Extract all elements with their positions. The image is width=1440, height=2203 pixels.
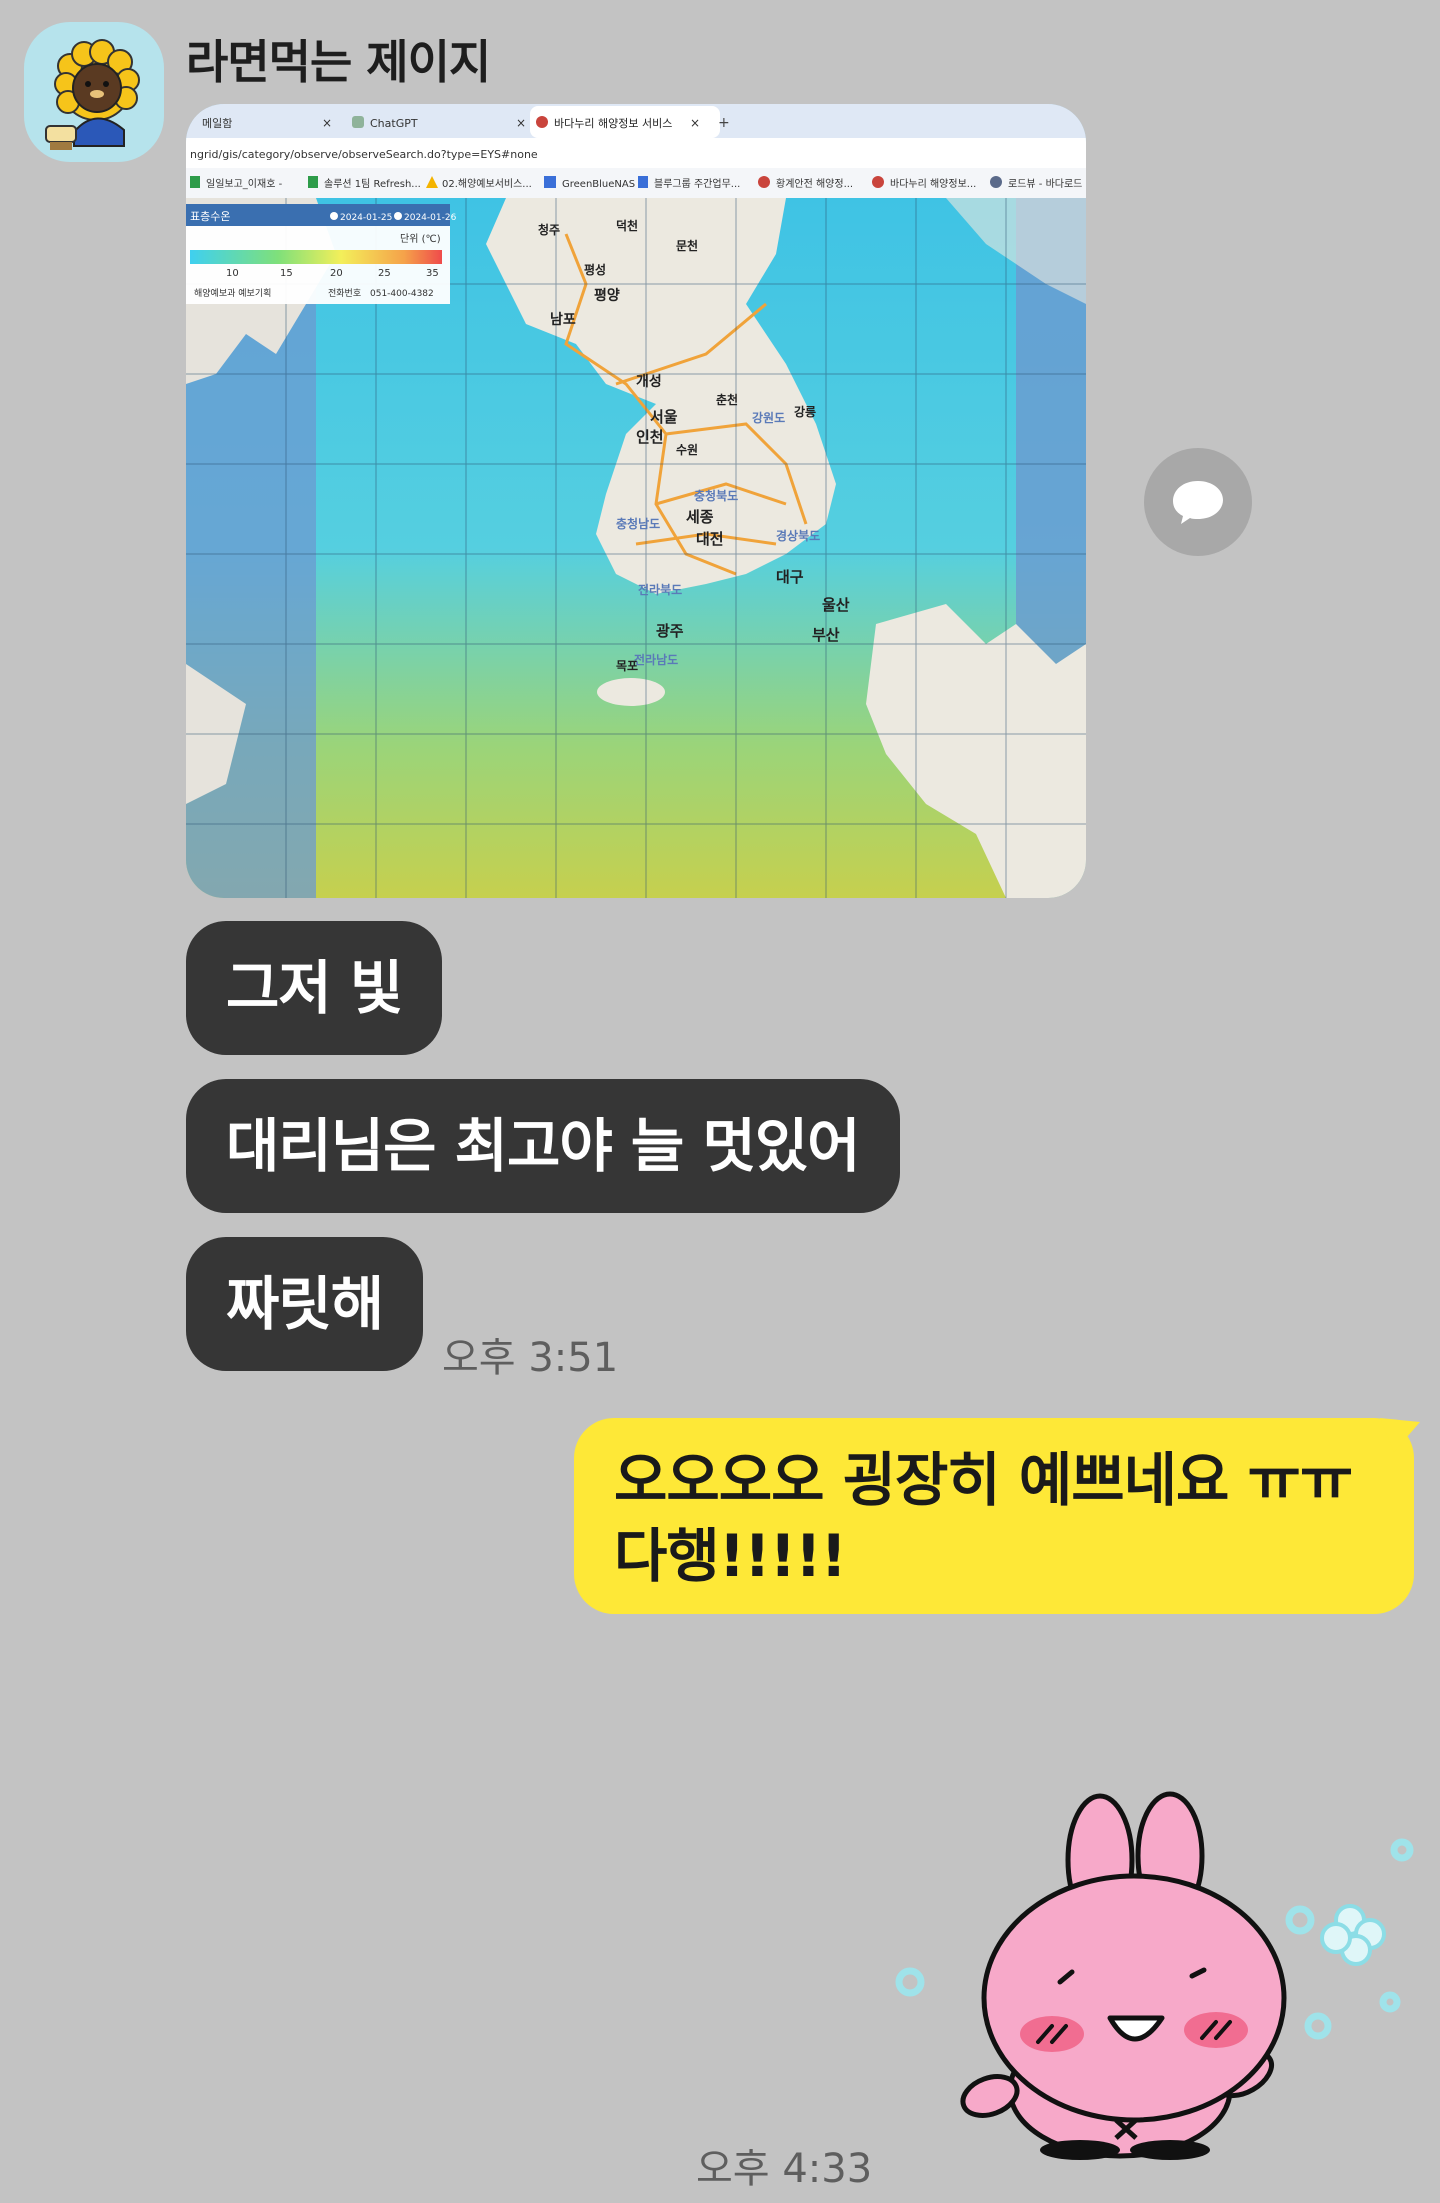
svg-text:전라남도: 전라남도 xyxy=(634,652,678,667)
svg-text:전라북도: 전라북도 xyxy=(638,582,682,597)
svg-text:해양예보과 예보기획: 해양예보과 예보기획 xyxy=(194,287,271,299)
svg-text:표층수온: 표층수온 xyxy=(190,210,230,223)
tab-label: ChatGPT xyxy=(370,117,418,130)
svg-text:광주: 광주 xyxy=(656,622,684,640)
pink-bunny-sticker-icon xyxy=(895,1791,1414,2160)
message-bubble-received[interactable]: 짜릿해 xyxy=(186,1237,424,1371)
map-legend: 표층수온 2024-01-25 2024-01-26 단위 (℃) 10 15 … xyxy=(186,204,457,304)
svg-text:충청북도: 충청북도 xyxy=(694,488,738,503)
message-timestamp: 오후 3:51 xyxy=(442,1335,619,1381)
svg-text:인천: 인천 xyxy=(636,428,664,446)
svg-text:솔루션 1팀 Refresh...: 솔루션 1팀 Refresh... xyxy=(324,178,421,190)
character-avatar-icon xyxy=(45,39,140,150)
svg-text:개성: 개성 xyxy=(636,374,662,390)
tab-label: 메일함 xyxy=(202,116,232,130)
svg-text:+: + xyxy=(718,115,730,131)
svg-text:서울: 서울 xyxy=(650,408,678,426)
sender-name: 라면먹는 제이지 xyxy=(186,35,491,89)
message-bubble-received[interactable]: 그저 빛 xyxy=(186,921,443,1055)
svg-text:목포: 목포 xyxy=(616,659,638,673)
map-screenshot: 메일함 × ChatGPT × 바다누리 해양정보 서비스 × + ngrid/… xyxy=(186,104,1086,898)
svg-text:×: × xyxy=(516,116,526,130)
sender-avatar[interactable] xyxy=(24,22,164,162)
svg-text:충청남도: 충청남도 xyxy=(616,516,660,531)
svg-text:25: 25 xyxy=(378,268,391,279)
message-bubble-sent[interactable]: 오오오오 굉장히 예쁘네요 ㅠㅠ 다행!!!!! xyxy=(574,1418,1420,1614)
browser-tabs: 메일함 × ChatGPT × 바다누리 해양정보 서비스 × + xyxy=(192,106,730,138)
svg-text:경상북도: 경상북도 xyxy=(776,528,820,543)
tab-label: 바다누리 해양정보 서비스 xyxy=(554,116,672,130)
svg-text:×: × xyxy=(322,116,332,130)
svg-text:춘천: 춘천 xyxy=(716,392,738,407)
svg-text:051-400-4382: 051-400-4382 xyxy=(370,289,434,299)
svg-text:문천: 문천 xyxy=(676,238,698,253)
svg-text:×: × xyxy=(690,116,700,130)
svg-text:부산: 부산 xyxy=(812,626,840,644)
svg-text:청주: 청주 xyxy=(538,222,560,237)
bunny-sticker[interactable] xyxy=(880,1790,1420,2160)
svg-text:15: 15 xyxy=(280,268,293,279)
svg-text:바다누리 해양정보...: 바다누리 해양정보... xyxy=(890,177,976,190)
shared-screenshot-image[interactable]: 메일함 × ChatGPT × 바다누리 해양정보 서비스 × + ngrid/… xyxy=(186,104,1086,898)
svg-text:황계안전 해양정...: 황계안전 해양정... xyxy=(776,177,853,190)
url-bar: ngrid/gis/category/observe/observeSearch… xyxy=(190,148,538,161)
svg-text:블루그룹 주간업무...: 블루그룹 주간업무... xyxy=(654,177,740,190)
bubble-tail xyxy=(1380,1418,1420,1452)
svg-text:로드뷰 - 바다로드: 로드뷰 - 바다로드 xyxy=(1008,178,1082,190)
svg-text:2024-01-26: 2024-01-26 xyxy=(404,213,457,223)
svg-text:35: 35 xyxy=(426,268,439,279)
svg-text:단위 (℃): 단위 (℃) xyxy=(400,232,441,245)
svg-text:세종: 세종 xyxy=(686,508,714,526)
sent-message-line: 다행!!!!! xyxy=(614,1522,847,1590)
svg-text:강원도: 강원도 xyxy=(752,411,785,425)
share-button[interactable] xyxy=(1144,448,1252,556)
svg-text:GreenBlueNAS: GreenBlueNAS xyxy=(562,179,635,190)
message-timestamp: 오후 4:33 xyxy=(696,2146,873,2192)
svg-text:20: 20 xyxy=(330,268,343,279)
svg-text:전화번호: 전화번호 xyxy=(328,288,361,299)
svg-text:평양: 평양 xyxy=(594,287,620,304)
svg-text:대전: 대전 xyxy=(696,530,724,548)
svg-text:수원: 수원 xyxy=(676,443,698,457)
svg-text:평성: 평성 xyxy=(584,263,606,277)
svg-text:10: 10 xyxy=(226,268,239,279)
svg-text:남포: 남포 xyxy=(550,311,576,328)
svg-text:일일보고_이재호 -: 일일보고_이재호 - xyxy=(206,178,283,190)
svg-text:02.해양예보서비스...: 02.해양예보서비스... xyxy=(442,177,532,190)
sent-message-line: 오오오오 굉장히 예쁘네요 ㅠㅠ xyxy=(614,1446,1353,1514)
svg-text:울산: 울산 xyxy=(822,596,850,614)
svg-text:대구: 대구 xyxy=(776,568,804,586)
svg-text:덕천: 덕천 xyxy=(616,218,638,233)
svg-text:2024-01-25: 2024-01-25 xyxy=(340,213,392,223)
message-bubble-received[interactable]: 대리님은 최고야 늘 멋있어 xyxy=(186,1079,900,1213)
svg-text:강릉: 강릉 xyxy=(794,404,816,419)
speech-bubble-icon xyxy=(1173,481,1223,524)
